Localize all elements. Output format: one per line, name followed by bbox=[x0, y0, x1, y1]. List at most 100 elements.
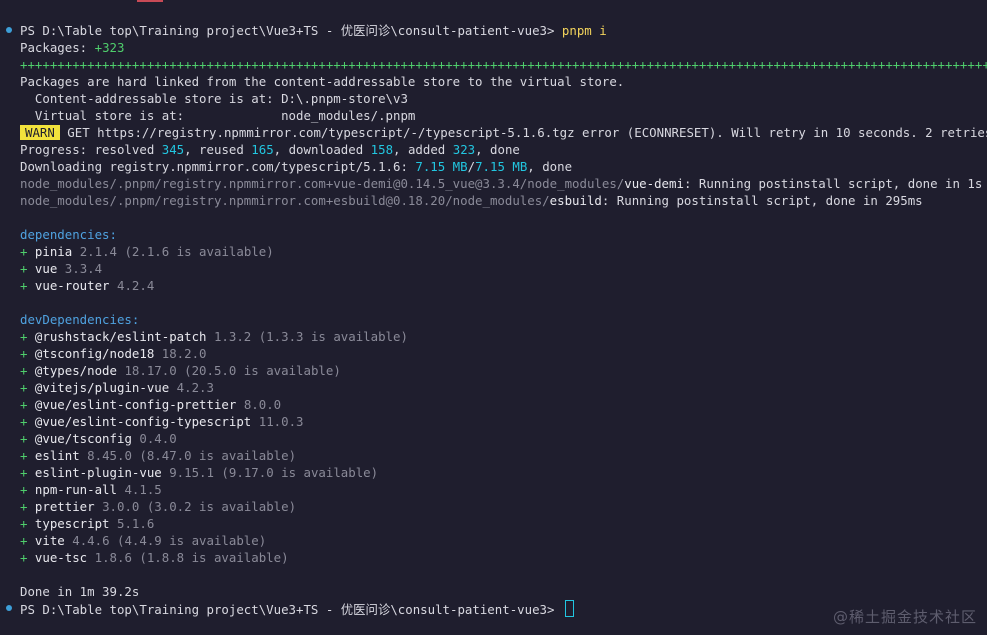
package-name: pinia bbox=[34, 244, 73, 259]
plus-sign: + bbox=[20, 448, 35, 463]
package-version: 4.4.6 (4.4.9 is available) bbox=[72, 533, 267, 548]
progress-reused-label: , reused bbox=[184, 142, 252, 157]
package-name: vite bbox=[34, 533, 65, 548]
postinstall-path: node_modules/.pnpm/registry.npmmirror.co… bbox=[20, 193, 550, 208]
plus-sign: + bbox=[20, 550, 35, 565]
watermark: @稀土掘金技术社区 bbox=[832, 608, 977, 626]
package-item: + @vue/eslint-config-prettier 8.0.0 bbox=[20, 396, 281, 413]
package-name: npm-run-all bbox=[34, 482, 117, 497]
package-version: 11.0.3 bbox=[258, 414, 304, 429]
package-version: 2.1.4 (2.1.6 is available) bbox=[79, 244, 274, 259]
progress-downloaded-label: , downloaded bbox=[273, 142, 371, 157]
package-item: + @vitejs/plugin-vue 4.2.3 bbox=[20, 379, 214, 396]
prompt-path: PS D:\Table top\Training project\Vue3+TS… bbox=[20, 602, 562, 617]
package-name: vue bbox=[34, 261, 58, 276]
postinstall-path: node_modules/.pnpm/registry.npmmirror.co… bbox=[20, 176, 625, 191]
progress-resolved: 345 bbox=[161, 142, 185, 157]
package-name: @rushstack/eslint-patch bbox=[34, 329, 207, 344]
package-version: 8.0.0 bbox=[243, 397, 282, 412]
active-tab-indicator bbox=[137, 0, 163, 2]
package-name: @vue/eslint-config-prettier bbox=[34, 397, 237, 412]
dependencies-header: dependencies: bbox=[20, 227, 117, 242]
downloading-total: 7.15 MB bbox=[475, 159, 528, 174]
package-item: + @vue/eslint-config-typescript 11.0.3 bbox=[20, 413, 304, 430]
package-version: 3.3.4 bbox=[64, 261, 103, 276]
plus-sign: + bbox=[20, 380, 35, 395]
hard-linked-line: Packages are hard linked from the conten… bbox=[20, 74, 625, 89]
plus-sign: + bbox=[20, 278, 35, 293]
package-name: typescript bbox=[34, 516, 110, 531]
done-line: Done in 1m 39.2s bbox=[20, 584, 140, 599]
progress-done: , done bbox=[475, 142, 520, 157]
packages-line: Packages: +323 bbox=[20, 39, 124, 56]
circle-dot-icon bbox=[6, 27, 12, 33]
package-version: 1.3.2 (1.3.3 is available) bbox=[213, 329, 408, 344]
plus-sign: + bbox=[20, 533, 35, 548]
package-item: + @vue/tsconfig 0.4.0 bbox=[20, 430, 177, 447]
downloading-slash: / bbox=[467, 159, 476, 174]
package-version: 0.4.0 bbox=[139, 431, 177, 446]
package-name: eslint bbox=[34, 448, 80, 463]
progress-added: 323 bbox=[452, 142, 476, 157]
prompt-line: PS D:\Table top\Training project\Vue3+TS… bbox=[20, 22, 607, 39]
postinstall-message: : Running postinstall script, done in 1s bbox=[683, 176, 983, 191]
plus-sign: + bbox=[20, 363, 35, 378]
warn-line: WARN GET https://registry.npmmirror.com/… bbox=[20, 124, 987, 141]
postinstall-package: vue-demi bbox=[624, 176, 684, 191]
package-version: 1.8.6 (1.8.8 is available) bbox=[94, 550, 289, 565]
prompt-path: PS D:\Table top\Training project\Vue3+TS… bbox=[20, 23, 562, 38]
plus-sign: + bbox=[20, 244, 35, 259]
package-item: + vite 4.4.6 (4.4.9 is available) bbox=[20, 532, 266, 549]
package-name: @vue/eslint-config-typescript bbox=[34, 414, 252, 429]
virtual-store-line: Virtual store is at: node_modules/.pnpm bbox=[20, 108, 416, 123]
package-item: + @types/node 18.17.0 (20.5.0 is availab… bbox=[20, 362, 341, 379]
plus-sign: + bbox=[20, 397, 35, 412]
package-version: 3.0.0 (3.0.2 is available) bbox=[102, 499, 297, 514]
package-item: + vue 3.3.4 bbox=[20, 260, 102, 277]
package-version: 9.15.1 (9.17.0 is available) bbox=[169, 465, 379, 480]
package-version: 4.1.5 bbox=[124, 482, 162, 497]
package-name: @vue/tsconfig bbox=[34, 431, 132, 446]
plus-sign: + bbox=[20, 516, 35, 531]
downloading-current: 7.15 MB bbox=[415, 159, 468, 174]
warn-badge: WARN bbox=[20, 125, 60, 140]
package-item: + prettier 3.0.0 (3.0.2 is available) bbox=[20, 498, 296, 515]
packages-label: Packages: bbox=[20, 40, 95, 55]
package-item: + @tsconfig/node18 18.2.0 bbox=[20, 345, 207, 362]
postinstall-message: : Running postinstall script, done in 29… bbox=[601, 193, 923, 208]
plus-sign: + bbox=[20, 414, 35, 429]
terminal-window[interactable]: PS D:\Table top\Training project\Vue3+TS… bbox=[0, 0, 987, 635]
package-name: @vitejs/plugin-vue bbox=[34, 380, 170, 395]
prompt-line-current[interactable]: PS D:\Table top\Training project\Vue3+TS… bbox=[20, 600, 574, 617]
package-name: @types/node bbox=[34, 363, 117, 378]
downloading-label: Downloading registry.npmmirror.com/types… bbox=[20, 159, 416, 174]
command-text: pnpm i bbox=[561, 23, 607, 38]
content-store-line: Content-addressable store is at: D:\.pnp… bbox=[20, 91, 408, 106]
package-item: + eslint 8.45.0 (8.47.0 is available) bbox=[20, 447, 296, 464]
block-cursor-icon bbox=[564, 600, 574, 617]
progress-line: Progress: resolved 345, reused 165, down… bbox=[20, 141, 520, 158]
plus-sign: + bbox=[20, 329, 35, 344]
package-item: + eslint-plugin-vue 9.15.1 (9.17.0 is av… bbox=[20, 464, 378, 481]
postinstall-line: node_modules/.pnpm/registry.npmmirror.co… bbox=[20, 192, 923, 209]
progress-label: Progress: resolved bbox=[20, 142, 162, 157]
package-name: eslint-plugin-vue bbox=[34, 465, 162, 480]
warn-message: GET https://registry.npmmirror.com/types… bbox=[59, 125, 987, 140]
package-item: + @rushstack/eslint-patch 1.3.2 (1.3.3 i… bbox=[20, 328, 408, 345]
packages-count: +323 bbox=[94, 40, 125, 55]
package-item: + npm-run-all 4.1.5 bbox=[20, 481, 162, 498]
package-version: 18.2.0 bbox=[161, 346, 207, 361]
plus-sign: + bbox=[20, 482, 35, 497]
package-item: + vue-tsc 1.8.6 (1.8.8 is available) bbox=[20, 549, 289, 566]
postinstall-line: node_modules/.pnpm/registry.npmmirror.co… bbox=[20, 175, 982, 192]
package-version: 8.45.0 (8.47.0 is available) bbox=[87, 448, 297, 463]
plus-sign: + bbox=[20, 431, 35, 446]
progress-added-label: , added bbox=[393, 142, 453, 157]
plus-sign: + bbox=[20, 346, 35, 361]
plus-sign: + bbox=[20, 499, 35, 514]
package-name: prettier bbox=[34, 499, 95, 514]
package-name: vue-tsc bbox=[34, 550, 88, 565]
package-version: 4.2.4 bbox=[117, 278, 155, 293]
plus-sign: + bbox=[20, 261, 35, 276]
downloading-line: Downloading registry.npmmirror.com/types… bbox=[20, 158, 572, 175]
